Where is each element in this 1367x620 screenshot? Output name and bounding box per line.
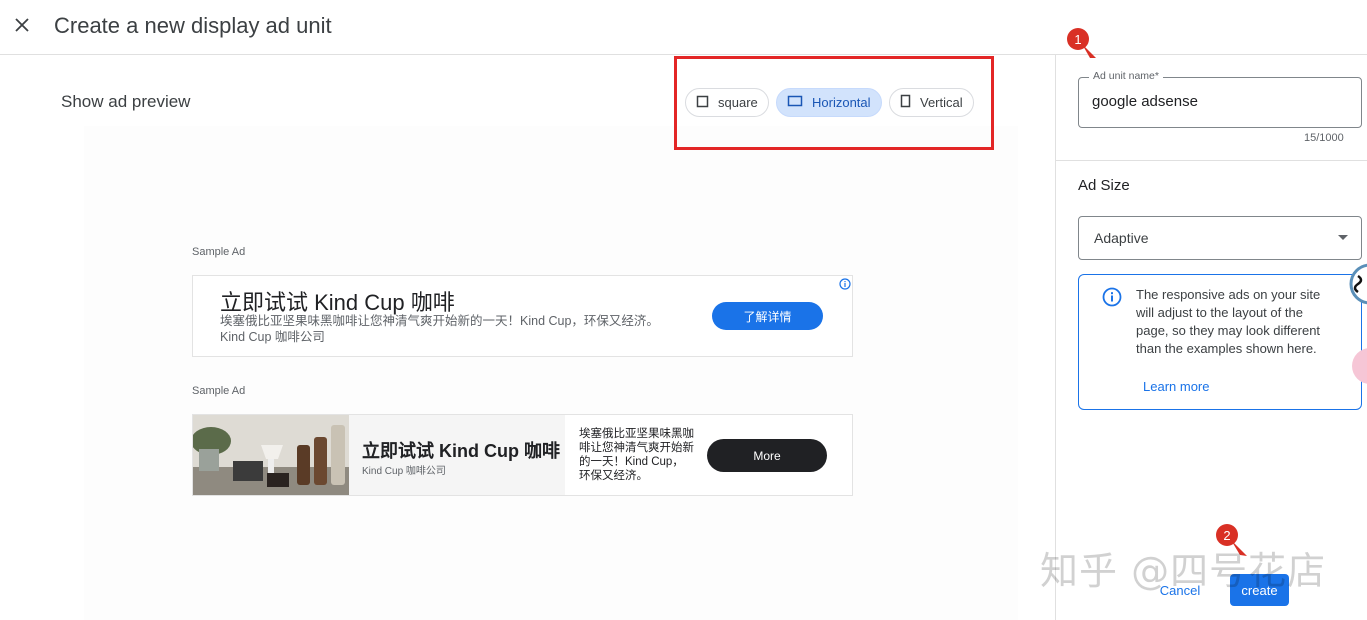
ad-advertiser: Kind Cup 咖啡公司 [220,330,325,344]
close-button[interactable] [8,11,36,39]
ad-unit-name-value[interactable]: google adsense [1092,93,1198,110]
adchoices-icon[interactable] [839,277,851,290]
ad-advertiser: Kind Cup 咖啡公司 [362,466,446,477]
annotation-arrow-icon [1082,44,1096,58]
preview-label: Show ad preview [61,92,191,111]
ad-description-block: 埃塞俄比亚坚果味黑咖啡让您神清气爽开始新的一天！Kind Cup，环保又经济。 … [220,313,680,345]
ad-size-label: Ad Size [1078,177,1130,194]
learn-more-link[interactable]: Learn more [1143,379,1209,394]
ad-unit-name-label: Ad unit name* [1089,70,1163,82]
ad-more-button[interactable]: More [707,439,827,472]
info-icon [1102,287,1122,307]
ad-description: 埃塞俄比亚坚果味黑咖啡让您神清气爽开始新的一天！Kind Cup，环保又经济。 [220,314,659,328]
sample-ad-label: Sample Ad [192,385,246,397]
ad-cta-button[interactable]: 了解详情 [712,302,823,330]
sample-ad-horizontal: 立即试试 Kind Cup 咖啡 埃塞俄比亚坚果味黑咖啡让您神清气爽开始新的一天… [192,275,853,357]
coffee-product-image [193,415,349,495]
ad-description: 埃塞俄比亚坚果味黑咖啡让您神清气爽开始新的一天！Kind Cup，环保又经济。 [579,428,694,482]
dropdown-arrow-icon [1338,235,1348,240]
sample-ad-image: 立即试试 Kind Cup 咖啡 Kind Cup 咖啡公司 埃塞俄比亚坚果味黑… [192,414,853,496]
dialog-header: Create a new display ad unit [0,0,1367,55]
highlight-box [674,56,994,150]
sample-ad-label: Sample Ad [192,246,246,258]
info-text: The responsive ads on your site will adj… [1136,287,1321,356]
watermark: 知乎 @四号花店 [1040,549,1327,593]
character-counter: 15/1000 [1304,132,1344,144]
ad-headline: 立即试试 Kind Cup 咖啡 [362,441,560,461]
floating-widget-icon[interactable] [1348,262,1367,388]
page-title: Create a new display ad unit [54,13,332,38]
ad-headline-panel: 立即试试 Kind Cup 咖啡 Kind Cup 咖啡公司 [349,415,565,495]
preview-canvas [84,126,1018,620]
responsive-info-box: The responsive ads on your site will adj… [1078,274,1362,410]
ad-size-select[interactable]: Adaptive [1078,216,1362,260]
divider [1056,160,1367,161]
close-icon [15,18,29,32]
ad-size-value: Adaptive [1094,230,1149,246]
